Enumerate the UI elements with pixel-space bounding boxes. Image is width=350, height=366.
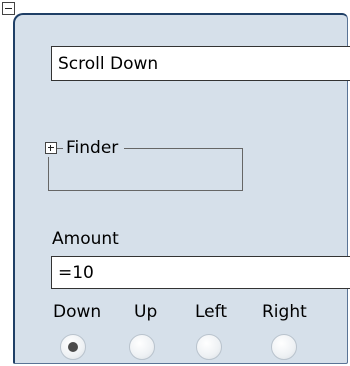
direction-label-up: Up (134, 302, 158, 322)
expand-icon[interactable] (45, 142, 57, 154)
direction-label-down: Down (53, 302, 102, 322)
finder-label: Finder (63, 138, 125, 158)
direction-radio-right[interactable] (271, 334, 297, 360)
direction-label-right: Right (262, 302, 307, 322)
direction-radio-down[interactable] (60, 334, 86, 360)
direction-label-left: Left (195, 302, 227, 322)
scroll-step-editor: Finder Amount Down Up Left Right (0, 0, 350, 366)
step-panel: Finder Amount Down Up Left Right (13, 13, 350, 364)
finder-group: Finder (45, 138, 243, 191)
step-name-input[interactable] (51, 46, 350, 81)
amount-input[interactable] (51, 256, 350, 289)
collapse-icon[interactable] (2, 2, 15, 15)
direction-radio-left[interactable] (196, 334, 222, 360)
amount-label: Amount (52, 229, 119, 249)
direction-radio-up[interactable] (129, 334, 155, 360)
